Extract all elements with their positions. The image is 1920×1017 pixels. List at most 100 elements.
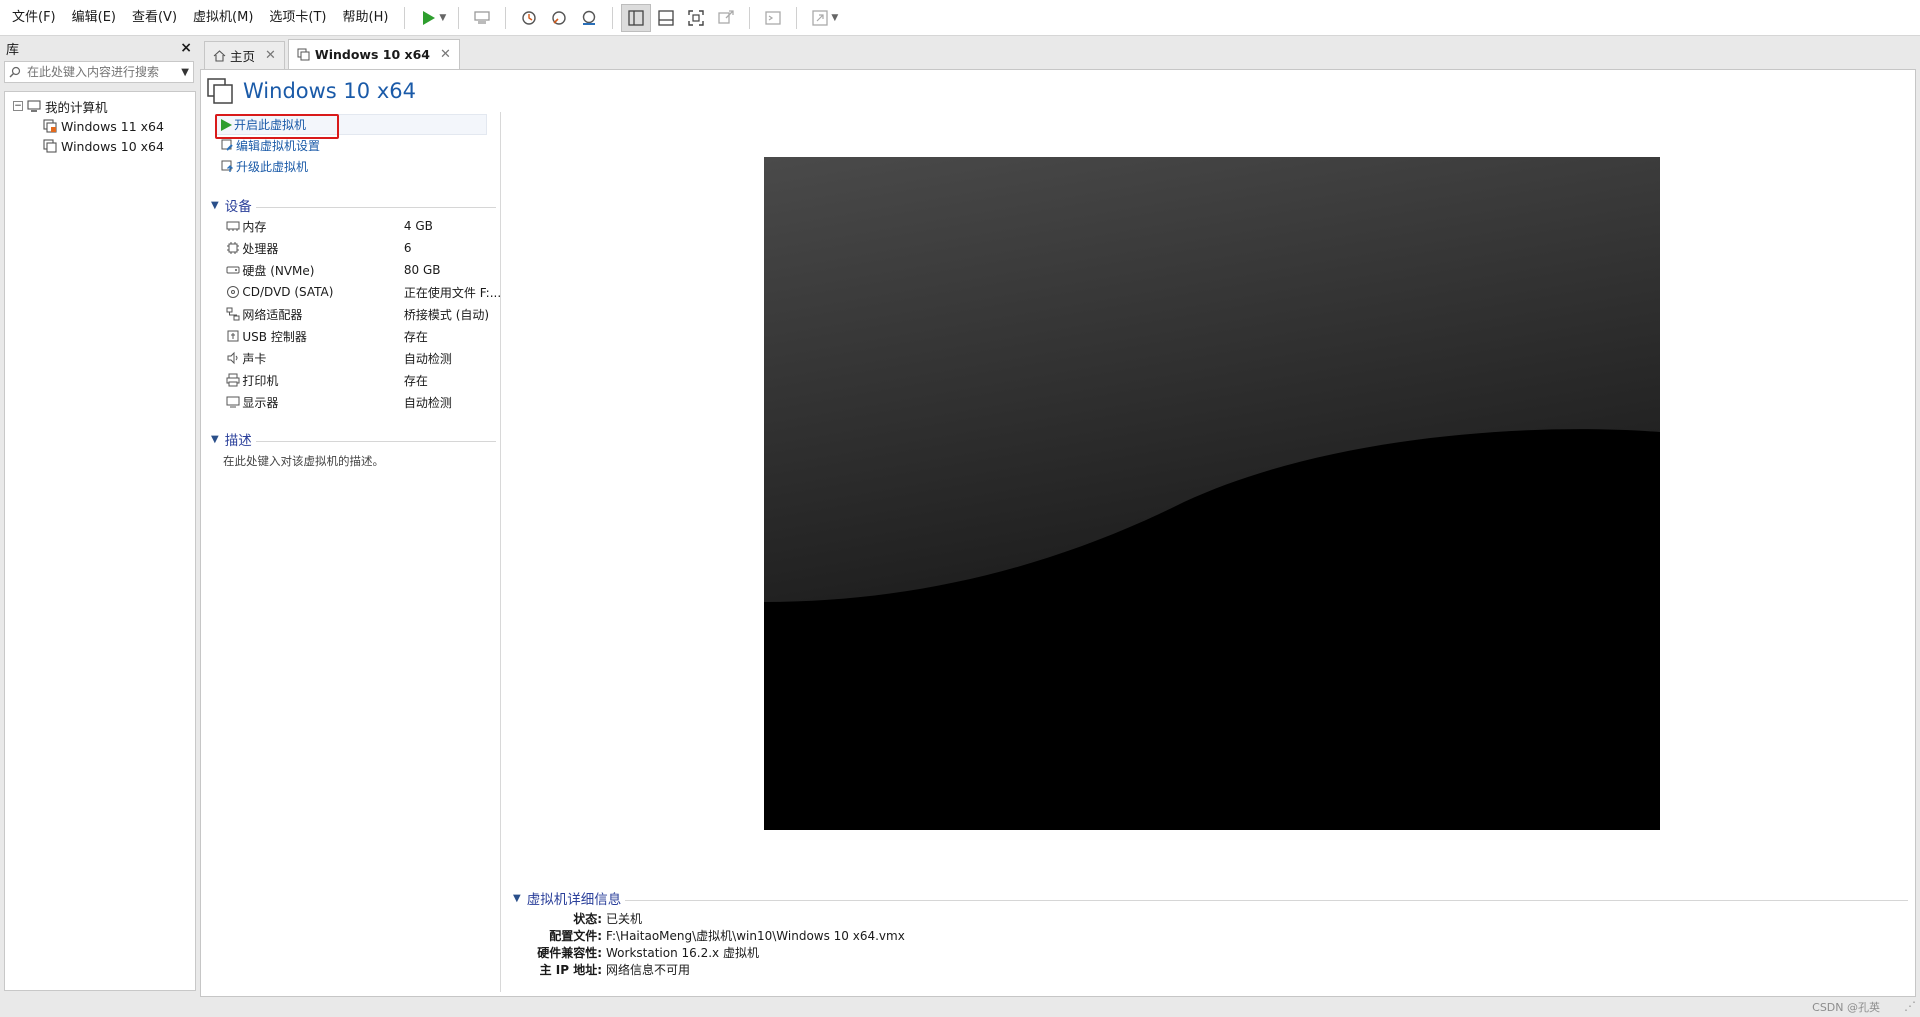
section-title: 虚拟机详细信息 [526, 892, 622, 908]
menu-vm[interactable]: 虚拟机(M) [185, 5, 261, 31]
cd-dvd-icon [225, 285, 240, 299]
tab-label: 主页 [230, 49, 256, 64]
toolbar-separator [404, 6, 406, 29]
close-tab-icon[interactable]: ✕ [265, 48, 276, 63]
power-on-button[interactable] [413, 4, 443, 32]
device-row[interactable]: CD/DVD (SATA) 正在使用文件 F:... [201, 281, 500, 303]
section-divider [255, 206, 496, 208]
unity-icon [718, 9, 734, 24]
menu-edit[interactable]: 编辑(E) [64, 5, 124, 31]
close-tab-icon[interactable]: ✕ [440, 47, 451, 62]
library-search-input[interactable] [27, 65, 182, 79]
unity-button[interactable] [711, 4, 741, 32]
device-row[interactable]: 内存 4 GB [201, 215, 500, 237]
console-view-button[interactable] [758, 4, 788, 32]
library-header: 库 × [0, 37, 198, 59]
device-list: 内存 4 GB 处理器 6 硬盘 (NVMe) 80 GB CD/DVD (SATA) 正在使… [201, 215, 500, 413]
device-row[interactable]: 显示器 自动检测 [201, 391, 500, 413]
detail-row: 主 IP 地址: 网络信息不可用 [513, 961, 1913, 978]
vm-screen-preview[interactable] [764, 157, 1660, 830]
fullscreen-button[interactable] [681, 4, 711, 32]
menu-file[interactable]: 文件(F) [4, 5, 64, 31]
device-name: 内存 [242, 219, 267, 234]
detail-key: 主 IP 地址: [539, 963, 602, 977]
memory-icon [225, 219, 240, 233]
resize-grip-icon[interactable]: ⋰ [1904, 999, 1916, 1013]
stretch-guest-button[interactable] [805, 4, 835, 32]
chevron-down-icon[interactable]: ▼ [181, 67, 189, 78]
device-value: 自动检测 [403, 395, 452, 410]
device-row[interactable]: 网络适配器 桥接模式 (自动) [201, 303, 500, 325]
page-title: Windows 10 x64 [243, 79, 416, 103]
description-placeholder[interactable]: 在此处键入对该虚拟机的描述。 [201, 453, 500, 469]
console-view-icon [765, 10, 781, 25]
tree-item-vm[interactable]: Windows 10 x64 [5, 136, 195, 156]
vm-title-bar: Windows 10 x64 [207, 74, 416, 108]
device-value: 存在 [403, 373, 428, 388]
device-name: 声卡 [242, 351, 267, 366]
tree-item-label: Windows 10 x64 [61, 138, 164, 154]
detail-row: 状态: 已关机 [513, 910, 1913, 927]
device-value: 80 GB [403, 263, 441, 277]
vm-details-section: ▼ 虚拟机详细信息 状态: 已关机 配置文件: F:\HaitaoMeng\虚拟机\w… [513, 878, 1913, 978]
upgrade-icon [221, 160, 233, 172]
upgrade-vm-link[interactable]: 升级此虚拟机 [201, 156, 500, 177]
detail-value: Workstation 16.2.x 虚拟机 [606, 946, 759, 960]
tree-item-vm[interactable]: Windows 11 x64 [5, 116, 195, 136]
device-row[interactable]: 声卡 自动检测 [201, 347, 500, 369]
close-icon[interactable]: × [180, 40, 192, 56]
collapse-triangle-icon[interactable]: ▼ [211, 434, 219, 445]
tree-item-label: Windows 11 x64 [61, 118, 164, 134]
take-snapshot-button[interactable] [514, 4, 544, 32]
thumbnail-bar-button[interactable] [651, 4, 681, 32]
section-title: 设备 [224, 199, 252, 215]
edit-settings-icon [221, 139, 233, 151]
tree-item-label: 我的计算机 [45, 99, 108, 115]
device-row[interactable]: USB 控制器 存在 [201, 325, 500, 347]
library-panel: 库 × ▼ − 我的计算机 Windows 11 x64 Windows 10 … [0, 37, 198, 997]
detail-value: 网络信息不可用 [606, 963, 691, 977]
red-highlight-box [215, 114, 339, 139]
device-value: 6 [403, 241, 412, 255]
revert-snapshot-button[interactable] [544, 4, 574, 32]
home-icon [213, 49, 226, 62]
library-search: ▼ [4, 61, 194, 83]
device-name: 网络适配器 [242, 307, 303, 322]
tab-windows-10[interactable]: Windows 10 x64 ✕ [287, 39, 460, 69]
action-label: 升级此虚拟机 [236, 160, 309, 174]
show-library-button[interactable] [621, 3, 652, 32]
device-value: 桥接模式 (自动) [403, 307, 490, 322]
tab-home[interactable]: 主页 ✕ [204, 41, 285, 69]
collapse-triangle-icon[interactable]: ▼ [513, 893, 521, 904]
fullscreen-icon [688, 9, 705, 26]
collapse-triangle-icon[interactable]: ▼ [211, 200, 219, 211]
device-row[interactable]: 处理器 6 [201, 237, 500, 259]
description-section-header[interactable]: ▼ 描述 [211, 429, 496, 449]
computer-icon [27, 99, 41, 112]
usb-icon [225, 329, 240, 343]
hard-disk-icon [225, 263, 240, 277]
vm-summary-page: Windows 10 x64 开启此虚拟机 编辑虚拟机设置 升级此虚拟机 ▼ 设… [200, 69, 1916, 997]
send-ctrl-alt-del-button[interactable] [467, 4, 497, 32]
device-row[interactable]: 硬盘 (NVMe) 80 GB [201, 259, 500, 281]
snapshot-manager-button[interactable] [574, 4, 604, 32]
device-value: 存在 [403, 329, 428, 344]
stretch-icon [812, 9, 828, 26]
device-row[interactable]: 打印机 存在 [201, 369, 500, 391]
tab-bar: 主页 ✕ Windows 10 x64 ✕ [200, 37, 1916, 69]
status-bar: CSDN @孔英 ⋰ [0, 997, 1920, 1017]
menu-tabs[interactable]: 选项卡(T) [261, 5, 334, 31]
device-name: 显示器 [242, 395, 279, 410]
section-divider [625, 899, 1908, 901]
toolbar-separator [612, 6, 614, 29]
vm-details-section-header[interactable]: ▼ 虚拟机详细信息 [513, 888, 1908, 908]
menu-help[interactable]: 帮助(H) [335, 5, 397, 31]
devices-section-header[interactable]: ▼ 设备 [211, 195, 496, 215]
menu-view[interactable]: 查看(V) [124, 5, 185, 31]
collapse-toggle-icon[interactable]: − [13, 101, 23, 111]
detail-key: 配置文件: [549, 929, 602, 943]
tab-label: Windows 10 x64 [314, 47, 430, 62]
tree-item-my-computer[interactable]: − 我的计算机 [5, 96, 195, 116]
sound-card-icon [225, 351, 240, 365]
menu-bar: 文件(F) 编辑(E) 查看(V) 虚拟机(M) 选项卡(T) 帮助(H) ▼ … [0, 0, 1920, 36]
